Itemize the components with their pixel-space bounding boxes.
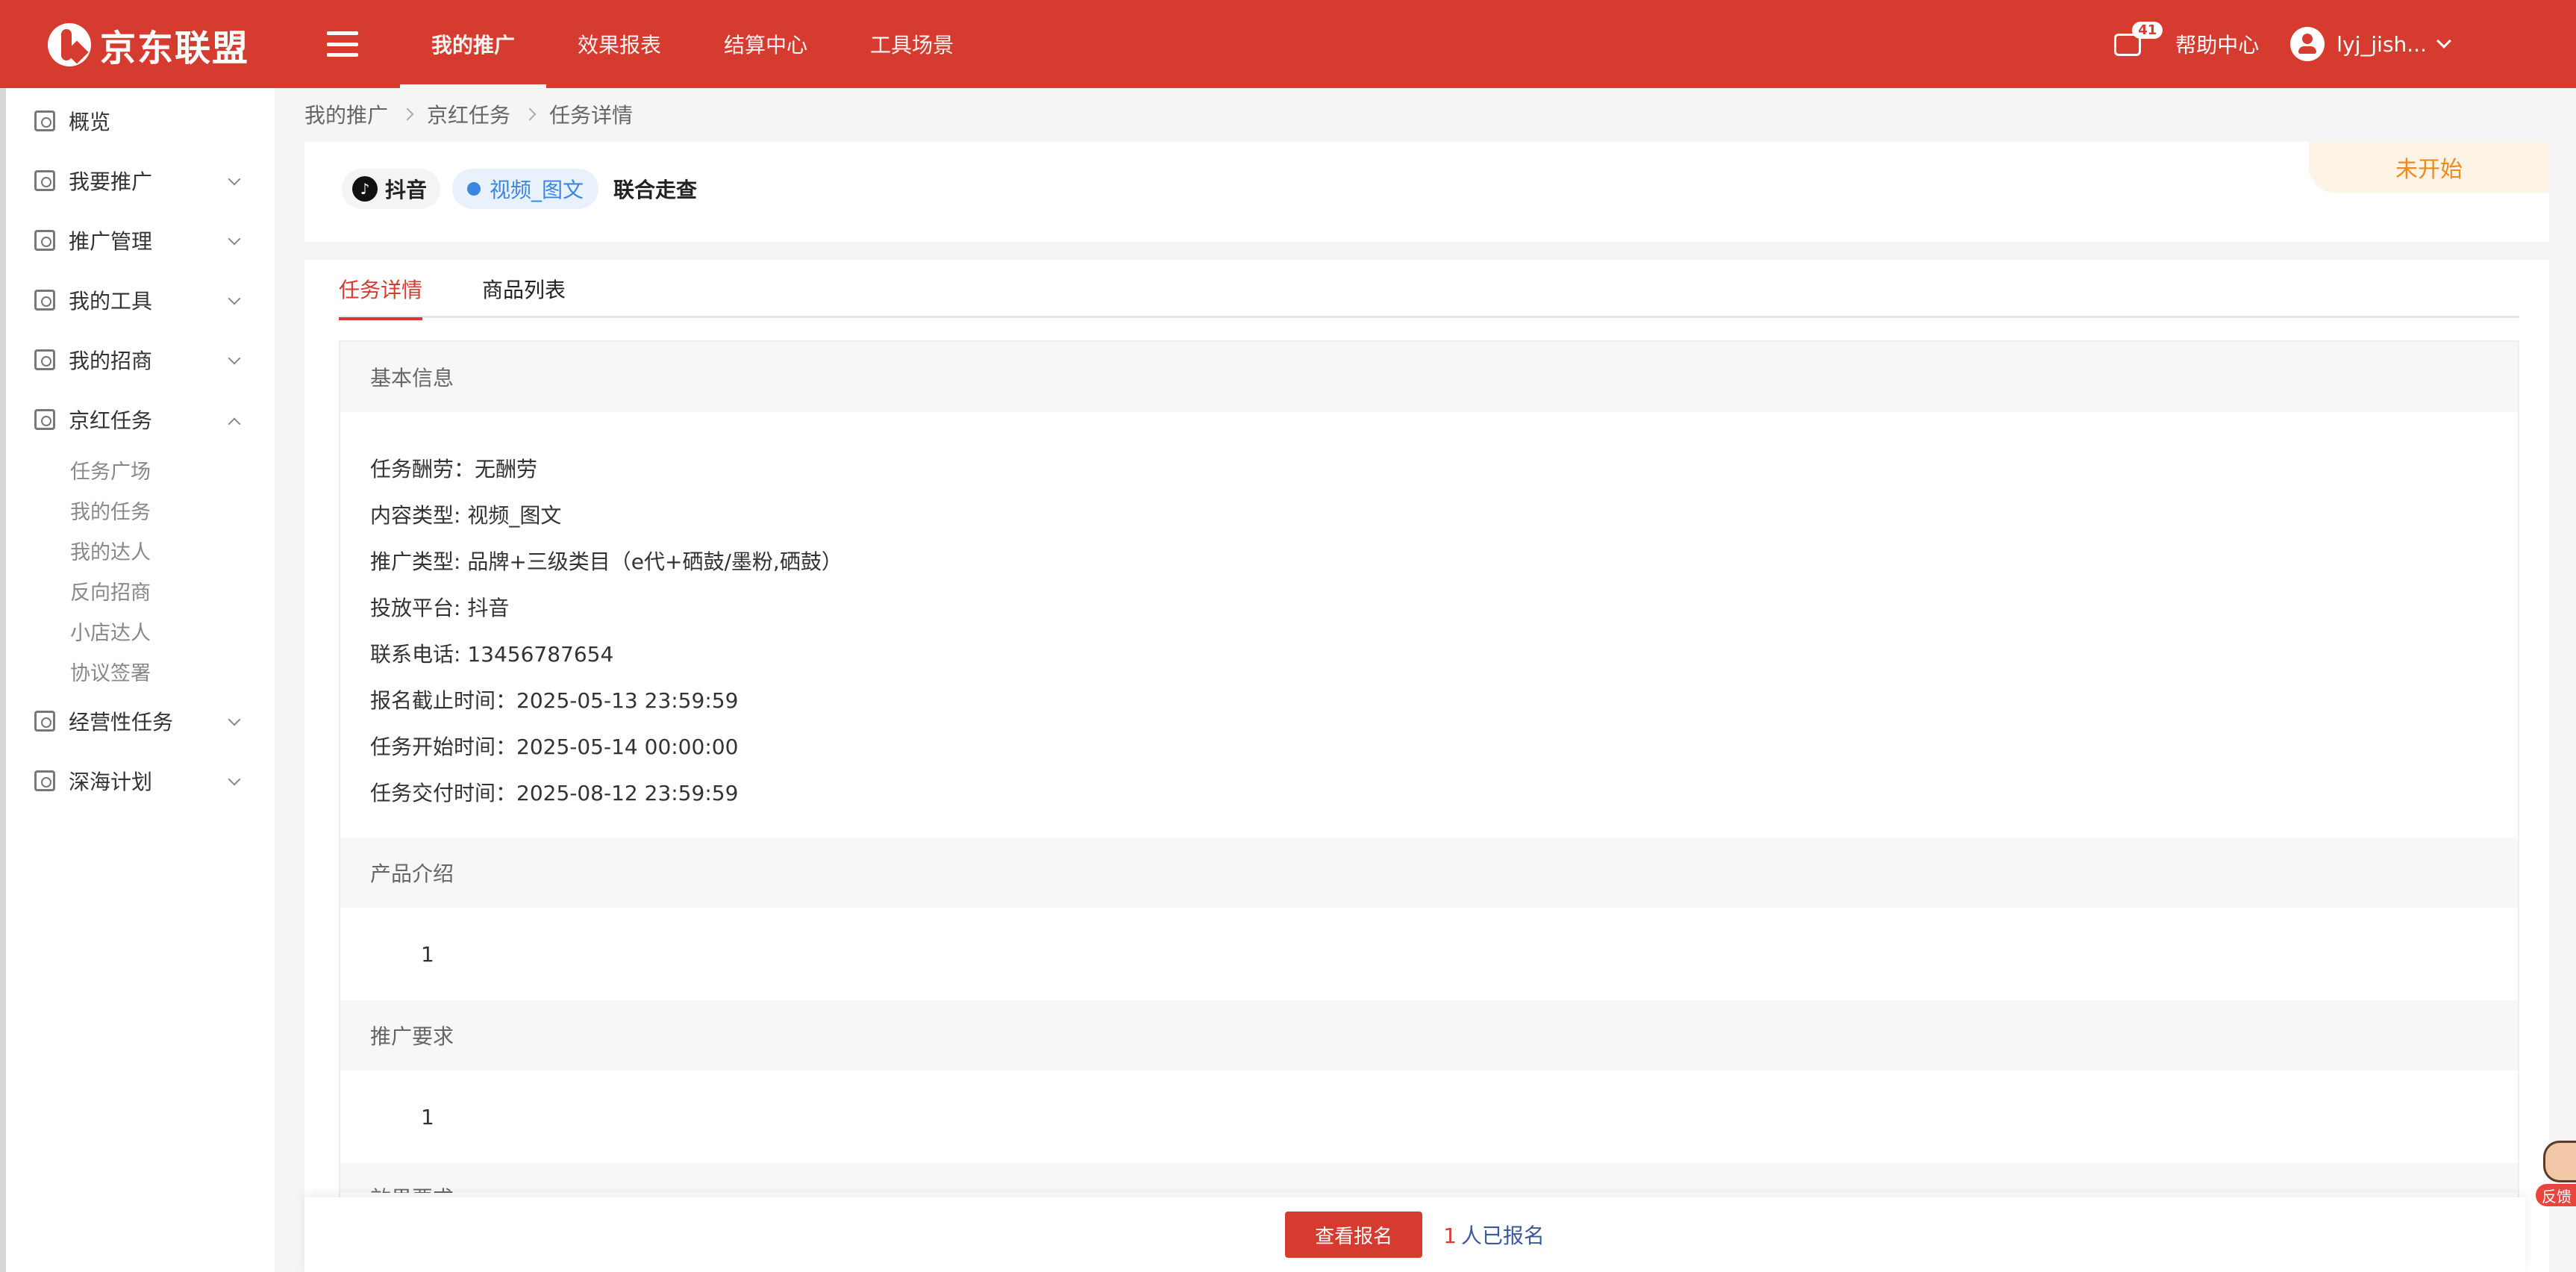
chevron-down-icon: [228, 232, 241, 246]
basic-info-list: 任务酬劳：无酬劳 内容类型: 视频_图文 推广类型: 品牌+三级类目（e代+硒鼓…: [340, 412, 2518, 838]
promo-requirements-value: 1: [421, 1104, 434, 1129]
message-count-badge: 41: [2132, 22, 2163, 39]
section-title-basic-info: 基本信息: [340, 342, 2518, 412]
info-start-time: 任务开始时间：2025-05-14 00:00:00: [370, 735, 739, 759]
main-nav: 我的推广 效果报表 结算中心 工具场景: [400, 0, 985, 88]
task-title: 联合走查: [613, 178, 698, 202]
sidebar-subitem-reverse-merchants[interactable]: 反向招商: [6, 570, 275, 611]
header-actions: 41 帮助中心 lyj_jish...: [2114, 0, 2451, 88]
help-center-link[interactable]: 帮助中心: [2175, 29, 2259, 59]
sidebar-item-promotion-manage[interactable]: 推广管理: [6, 211, 275, 270]
sidebar-subitem-my-influencers[interactable]: 我的达人: [6, 530, 275, 570]
status-badge: 未开始: [2309, 142, 2549, 193]
send-icon: [34, 170, 55, 191]
nav-settlement-center[interactable]: 结算中心: [693, 0, 839, 88]
sidebar-item-overview[interactable]: 概览: [6, 91, 275, 151]
chevron-down-icon: [228, 292, 241, 305]
business-icon: [34, 711, 55, 732]
sidebar-item-business-tasks[interactable]: 经营性任务: [6, 691, 275, 751]
message-button[interactable]: 41: [2114, 22, 2163, 59]
chevron-down-icon: [228, 713, 241, 726]
info-reward: 任务酬劳：无酬劳: [370, 457, 538, 481]
nav-my-promotion[interactable]: 我的推广: [400, 0, 547, 88]
chevron-down-icon: [228, 172, 241, 186]
sidebar-item-deep-sea-plan[interactable]: 深海计划: [6, 751, 275, 811]
section-title-promo-requirements: 推广要求: [340, 1000, 2518, 1070]
chevron-right-icon: [523, 107, 537, 121]
tab-product-list[interactable]: 商品列表: [482, 260, 566, 318]
tab-task-detail[interactable]: 任务详情: [339, 260, 423, 320]
info-platform: 投放平台: 抖音: [370, 596, 510, 620]
signup-count: 1 人已报名: [1443, 1220, 1545, 1250]
platform-name: 抖音: [385, 178, 428, 202]
platform-tag: ♪ 抖音: [342, 169, 441, 209]
nav-effect-report[interactable]: 效果报表: [546, 0, 693, 88]
section-title-partial: 效果要求: [340, 1163, 2518, 1193]
info-content-type: 内容类型: 视频_图文: [370, 503, 562, 528]
merchant-icon: [34, 349, 55, 370]
view-signups-button[interactable]: 查看报名: [1285, 1212, 1423, 1258]
chevron-down-icon: [228, 352, 241, 365]
user-avatar-icon: [2290, 27, 2325, 61]
sidebar: 概览 我要推广 推广管理 我的工具 我的招商 京红任务 任务广场 我的任务 我的…: [0, 88, 275, 1272]
user-menu[interactable]: lyj_jish...: [2290, 27, 2451, 61]
content-type-tag: 视频_图文: [452, 169, 599, 209]
detail-panel: 基本信息 任务酬劳：无酬劳 内容类型: 视频_图文 推广类型: 品牌+三级类目（…: [339, 340, 2519, 1272]
content-type-label: 视频_图文: [490, 178, 584, 202]
douyin-icon: ♪: [352, 176, 378, 202]
menu-toggle-icon[interactable]: [327, 31, 358, 57]
info-phone: 联系电话: 13456787654: [370, 642, 614, 667]
sidebar-item-label: 我的工具: [69, 289, 153, 314]
sidebar-item-label: 经营性任务: [69, 710, 174, 735]
task-header-card: ♪ 抖音 视频_图文 联合走查 未开始: [304, 142, 2549, 242]
assistant-avatar-icon: [2543, 1141, 2576, 1182]
sidebar-subitem-agreement-signing[interactable]: 协议签署: [6, 651, 275, 691]
chart-icon: [34, 110, 55, 131]
manage-icon: [34, 230, 55, 251]
breadcrumb-item[interactable]: 我的推广: [304, 99, 388, 129]
info-delivery-time: 任务交付时间：2025-08-12 23:59:59: [370, 781, 739, 805]
logo-icon: [48, 23, 91, 66]
sidebar-item-label: 深海计划: [69, 770, 153, 794]
feedback-label: 反馈: [2536, 1184, 2576, 1206]
tools-icon: [34, 290, 55, 311]
dot-icon: [467, 182, 481, 196]
sidebar-item-my-merchants[interactable]: 我的招商: [6, 330, 275, 390]
signup-count-number: 1: [1443, 1223, 1457, 1248]
chevron-right-icon: [401, 107, 414, 121]
sidebar-subitem-task-square[interactable]: 任务广场: [6, 449, 275, 490]
sidebar-item-label: 我的招商: [69, 349, 153, 373]
plan-icon: [34, 770, 55, 791]
breadcrumb: 我的推广 京红任务 任务详情: [304, 97, 633, 131]
tab-bar: 任务详情 商品列表: [339, 260, 2519, 320]
sidebar-item-label: 推广管理: [69, 229, 153, 254]
logo-text: 京东联盟: [100, 28, 250, 69]
sidebar-item-my-tools[interactable]: 我的工具: [6, 270, 275, 330]
bottom-action-bar: 查看报名 1 人已报名: [304, 1197, 2525, 1272]
task-detail-card: 任务详情 商品列表 基本信息 任务酬劳：无酬劳 内容类型: 视频_图文 推广类型…: [304, 260, 2549, 1272]
info-promotion-type: 推广类型: 品牌+三级类目（e代+硒鼓/墨粉,硒鼓）: [370, 549, 842, 574]
nav-tool-scenes[interactable]: 工具场景: [839, 0, 985, 88]
chevron-up-icon: [228, 417, 241, 431]
product-intro-value: 1: [421, 941, 434, 967]
sidebar-item-promote[interactable]: 我要推广: [6, 151, 275, 211]
feedback-widget[interactable]: 反馈: [2536, 1141, 2576, 1215]
task-icon: [34, 409, 55, 430]
breadcrumb-current: 任务详情: [549, 103, 634, 128]
signup-count-suffix: 人已报名: [1460, 1223, 1545, 1248]
sidebar-item-label: 我要推广: [69, 169, 153, 194]
jd-union-logo[interactable]: 京东联盟: [48, 21, 249, 69]
sidebar-item-label: 京红任务: [69, 408, 153, 433]
info-signup-deadline: 报名截止时间：2025-05-13 23:59:59: [370, 688, 739, 713]
top-navbar: 京东联盟 我的推广 效果报表 结算中心 工具场景 41 帮助中心 lyj_jis…: [0, 0, 2576, 88]
breadcrumb-item[interactable]: 京红任务: [427, 99, 510, 129]
sidebar-item-label: 概览: [69, 110, 111, 134]
sidebar-subitem-shop-influencers[interactable]: 小店达人: [6, 611, 275, 651]
username: lyj_jish...: [2336, 31, 2427, 57]
sidebar-item-jinghong-tasks[interactable]: 京红任务: [6, 390, 275, 449]
section-title-product-intro: 产品介绍: [340, 838, 2518, 908]
chevron-down-icon: [228, 773, 241, 786]
sidebar-subitem-my-tasks[interactable]: 我的任务: [6, 490, 275, 530]
chevron-down-icon: [2436, 34, 2451, 49]
